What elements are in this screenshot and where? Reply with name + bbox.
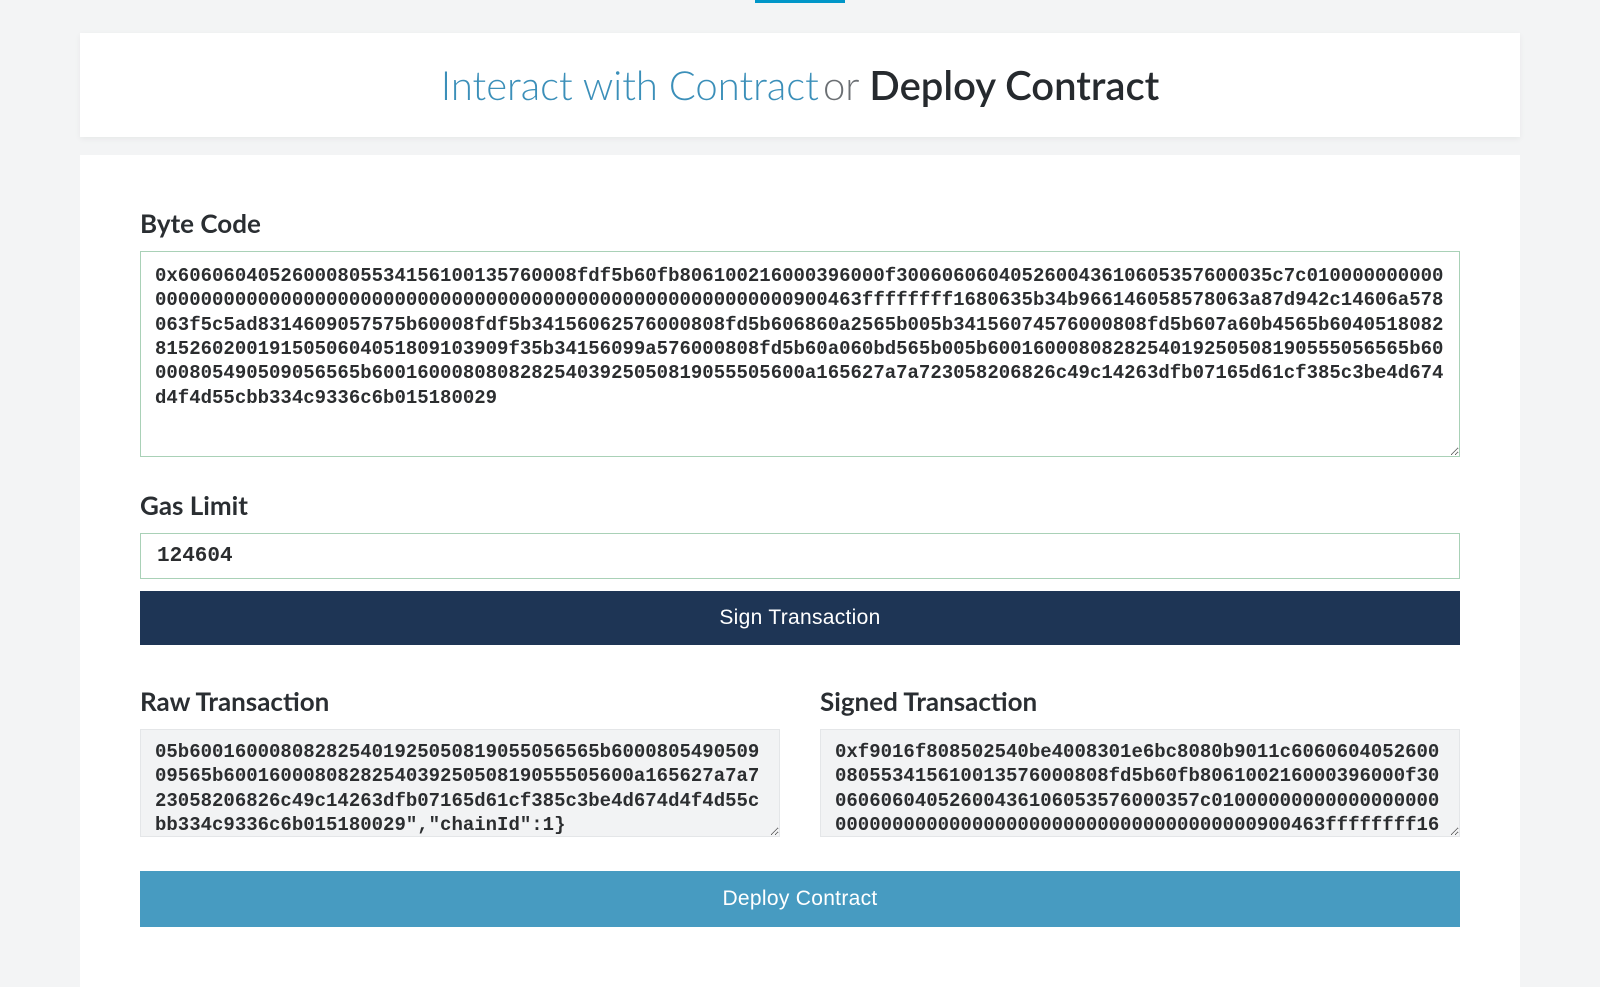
interact-with-contract-link[interactable]: Interact with Contract <box>441 61 819 109</box>
gaslimit-input[interactable] <box>140 533 1460 579</box>
sign-transaction-button[interactable]: Sign Transaction <box>140 591 1460 645</box>
deploy-contract-button[interactable]: Deploy Contract <box>140 871 1460 927</box>
gaslimit-label: Gas Limit <box>140 489 1460 521</box>
bytecode-input[interactable]: 0x60606040526000805534156100135760008fdf… <box>140 251 1460 457</box>
bytecode-label: Byte Code <box>140 207 1460 239</box>
raw-tx-label: Raw Transaction <box>140 685 780 717</box>
deploy-contract-mode-label: Deploy Contract <box>869 61 1159 109</box>
active-tab-underline <box>755 0 845 3</box>
contract-mode-heading: Interact with Contract or Deploy Contrac… <box>80 33 1520 137</box>
raw-transaction-output[interactable]: 05b600160008082825401925050819055056565b… <box>140 729 780 837</box>
signed-tx-label: Signed Transaction <box>820 685 1460 717</box>
deploy-contract-panel: Byte Code 0x6060604052600080553415610013… <box>80 155 1520 987</box>
signed-transaction-output[interactable]: 0xf9016f808502540be4008301e6bc8080b9011c… <box>820 729 1460 837</box>
contract-mode-or: or <box>823 61 869 109</box>
